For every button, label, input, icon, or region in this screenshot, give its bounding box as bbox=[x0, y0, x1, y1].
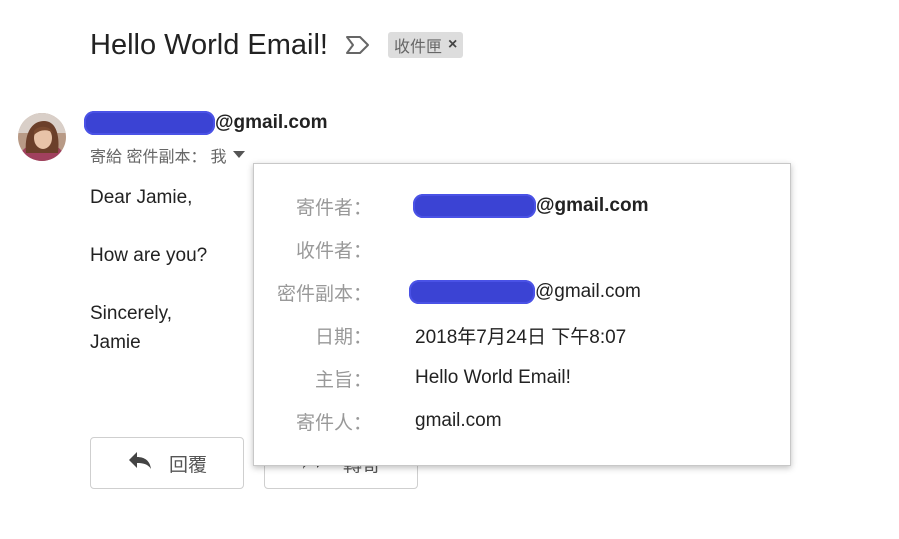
detail-row-to: 收件者： bbox=[254, 234, 790, 264]
body-line: Sincerely, bbox=[90, 303, 173, 324]
important-marker-icon[interactable] bbox=[344, 33, 372, 57]
sender-email-suffix: @gmail.com bbox=[215, 112, 328, 133]
detail-row-from: 寄件者： @gmail.com bbox=[254, 191, 790, 221]
recipients-line: 寄給 密件副本： 我 bbox=[90, 143, 248, 167]
label-chip-text: 收件匣 bbox=[393, 39, 442, 56]
avatar[interactable] bbox=[18, 113, 66, 161]
subject-label: 主旨： bbox=[314, 369, 372, 391]
mailed-by-value: gmail.com bbox=[415, 410, 502, 431]
message-details-popup: 寄件者： @gmail.com 收件者： 密件副本： @gmail.com 日期… bbox=[253, 163, 791, 466]
subject-row: Hello World Email! 收件匣 × bbox=[90, 26, 464, 64]
recipient-me: 我 bbox=[210, 149, 227, 166]
email-view: Hello World Email! 收件匣 × @gmail.com 寄給 密… bbox=[0, 0, 899, 539]
subject-value: Hello World Email! bbox=[415, 367, 571, 388]
email-subject: Hello World Email! bbox=[90, 29, 328, 61]
email-body: Dear Jamie, How are you? Sincerely, Jami… bbox=[90, 183, 207, 357]
show-details-button[interactable] bbox=[230, 146, 248, 164]
detail-row-date: 日期： 2018年7月24日 下午8:07 bbox=[254, 320, 790, 350]
from-value: @gmail.com bbox=[393, 194, 649, 218]
body-line: Dear Jamie, bbox=[90, 187, 193, 208]
bcc-label: 密件副本： bbox=[276, 283, 372, 305]
from-email-suffix: @gmail.com bbox=[536, 195, 649, 216]
recipients-prefix: 寄給 密件副本： bbox=[90, 149, 207, 166]
redacted-bcc-name bbox=[409, 280, 535, 304]
redacted-from-name bbox=[413, 194, 536, 218]
caret-down-icon bbox=[232, 146, 246, 164]
reply-button[interactable]: 回覆 bbox=[90, 437, 244, 489]
inbox-label-chip[interactable]: 收件匣 × bbox=[387, 32, 464, 58]
bcc-value: @gmail.com bbox=[393, 280, 641, 304]
from-label: 寄件者： bbox=[295, 197, 372, 219]
bcc-email-suffix: @gmail.com bbox=[535, 281, 641, 302]
reply-label: 回覆 bbox=[168, 454, 207, 476]
body-line: How are you? bbox=[90, 245, 208, 266]
mailed-by-label: 寄件人： bbox=[295, 412, 372, 434]
detail-row-bcc: 密件副本： @gmail.com bbox=[254, 277, 790, 307]
detail-row-subject: 主旨： Hello World Email! bbox=[254, 363, 790, 393]
redacted-sender-name bbox=[84, 111, 215, 135]
date-label: 日期： bbox=[314, 326, 372, 348]
detail-row-mailed-by: 寄件人： gmail.com bbox=[254, 406, 790, 436]
remove-label-button[interactable]: × bbox=[448, 36, 457, 54]
to-label: 收件者： bbox=[295, 240, 372, 262]
reply-arrow-icon bbox=[127, 450, 153, 476]
body-line: Jamie bbox=[90, 332, 141, 353]
date-value: 2018年7月24日 下午8:07 bbox=[415, 326, 627, 348]
sender-email: @gmail.com bbox=[84, 111, 328, 135]
